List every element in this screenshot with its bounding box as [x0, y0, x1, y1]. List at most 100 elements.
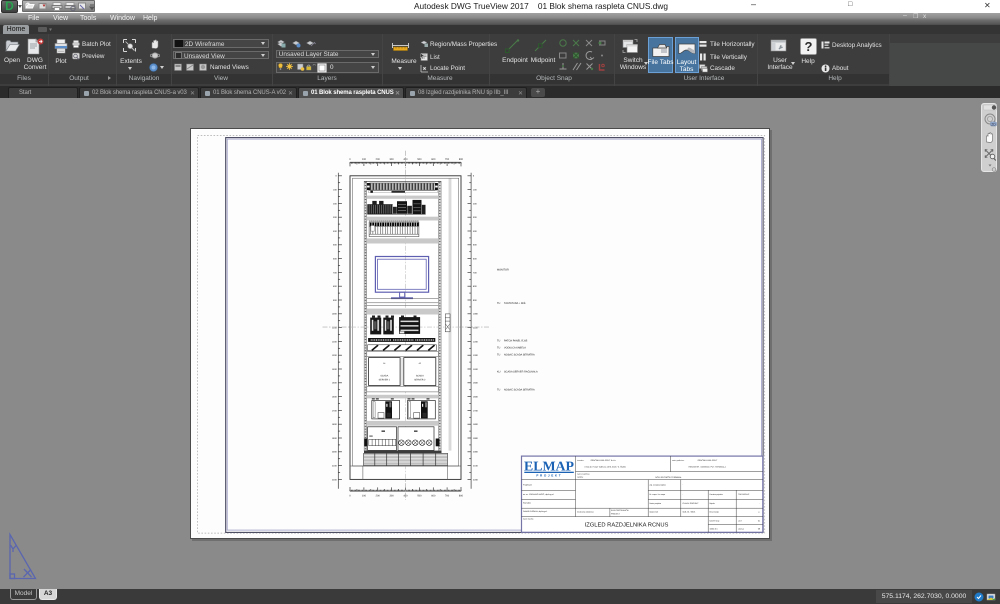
svg-text:300: 300 [333, 216, 337, 219]
svg-text:REKONSTR. I DOGRAD. PUT. TERMI: REKONSTR. I DOGRAD. PUT. TERMINALA [689, 466, 727, 469]
svg-text:TU: TU [497, 346, 501, 349]
svg-text:PROJEKT: PROJEKT [611, 512, 621, 515]
svg-text:800: 800 [473, 285, 477, 288]
svg-text:100: 100 [362, 494, 367, 497]
svg-text:200: 200 [376, 494, 381, 497]
svg-text:TASTATURA + MIŠ: TASTATURA + MIŠ [504, 301, 526, 305]
svg-text:KU: KU [497, 371, 501, 374]
svg-text:SCADA SERVER RAČUNALA: SCADA SERVER RAČUNALA [504, 370, 538, 374]
svg-text:2D: 2D [991, 122, 996, 126]
svg-text:Broj revizije: Broj revizije [710, 511, 719, 514]
svg-text:1/004-0-1: 1/004-0-1 [710, 528, 718, 531]
svg-text:SERVER 2: SERVER 2 [414, 379, 426, 382]
svg-text:Split, 01 / 2015.: Split, 01 / 2015. [683, 511, 697, 514]
svg-text:1400: 1400 [332, 368, 338, 371]
svg-text:300: 300 [473, 216, 477, 219]
svg-text:PROJEKT: PROJEKT [536, 474, 562, 478]
svg-text:NACRT broj:: NACRT broj: [710, 520, 721, 523]
svg-text:ELMAP: ELMAP [524, 459, 574, 474]
svg-text:200: 200 [473, 202, 477, 205]
svg-text:1300: 1300 [332, 354, 338, 357]
svg-text:200: 200 [376, 158, 381, 161]
svg-text:2100: 2100 [332, 465, 338, 468]
svg-text:300: 300 [390, 158, 395, 161]
svg-text:NOSAČ SCADA SERVERA: NOSAČ SCADA SERVERA [504, 352, 535, 356]
svg-text:TU: TU [497, 353, 501, 356]
svg-text:2000: 2000 [332, 451, 338, 454]
svg-text:700: 700 [445, 158, 450, 161]
svg-text:SCADA: SCADA [380, 375, 388, 378]
svg-text:?: ? [805, 39, 813, 54]
svg-text:2200: 2200 [473, 478, 479, 481]
svg-text:500: 500 [417, 158, 422, 161]
svg-text:1900: 1900 [332, 437, 338, 440]
svg-text:700: 700 [333, 271, 337, 274]
svg-text:01: 01 [758, 520, 760, 523]
svg-text:investitor:: investitor: [577, 459, 585, 462]
svg-text:PATCH PANEL RJ45: PATCH PANEL RJ45 [504, 339, 528, 342]
svg-text:700: 700 [445, 494, 450, 497]
svg-text:MONITOR: MONITOR [497, 268, 509, 271]
svg-text:Listova: Listova [738, 528, 744, 531]
svg-text:Br. mape / br. mapa: Br. mape / br. mapa [650, 493, 666, 496]
svg-text:Projektant:: Projektant: [523, 484, 533, 487]
svg-text:800: 800 [459, 494, 464, 497]
svg-text:1000: 1000 [473, 313, 479, 316]
svg-text:TU: TU [497, 339, 501, 342]
svg-text:1600: 1600 [332, 396, 338, 399]
svg-text:400: 400 [403, 158, 408, 161]
svg-text:1500: 1500 [473, 382, 479, 385]
svg-text:NOVI PUTNIČKI TERMINAL: NOVI PUTNIČKI TERMINAL [655, 476, 682, 479]
svg-text:Strukovna odrednica: Strukovna odrednica [577, 511, 593, 514]
svg-text:100: 100 [473, 189, 477, 192]
svg-text:400: 400 [333, 230, 337, 233]
svg-text:800: 800 [333, 285, 337, 288]
svg-text:mr. sc. ZDRAVKO BAŠIĆ, dipl.in: mr. sc. ZDRAVKO BAŠIĆ, dipl.ing.el. [523, 493, 554, 496]
svg-text:Zaj. oznaka projekta: Zaj. oznaka projekta [650, 484, 666, 487]
svg-text:500: 500 [333, 244, 337, 247]
svg-text:GLAVNI PROJEKT: GLAVNI PROJEKT [683, 502, 700, 505]
svg-text:1700: 1700 [332, 409, 338, 412]
svg-text:1700: 1700 [473, 409, 479, 412]
svg-text:1900: 1900 [473, 437, 479, 440]
svg-text:NOSAČ SCADA SERVERA: NOSAČ SCADA SERVERA [504, 387, 535, 391]
svg-text:2100: 2100 [473, 465, 479, 468]
svg-text:1800: 1800 [473, 423, 479, 426]
svg-text:400: 400 [403, 494, 408, 497]
svg-text:Mjerilo: Mjerilo [710, 502, 715, 505]
svg-text:0: 0 [349, 158, 351, 161]
svg-text:naziv nacrta:: naziv nacrta: [523, 518, 534, 521]
svg-text:600: 600 [333, 258, 337, 261]
svg-text:1500: 1500 [332, 382, 338, 385]
svg-text:1300: 1300 [473, 354, 479, 357]
svg-text:ELEKTROTEHNIČKI: ELEKTROTEHNIČKI [611, 509, 629, 512]
svg-text:naziv građevine:: naziv građevine: [672, 459, 685, 462]
svg-text:600: 600 [431, 158, 436, 161]
svg-text:800: 800 [459, 158, 464, 161]
svg-text:1800: 1800 [332, 423, 338, 426]
svg-text:500: 500 [417, 494, 422, 497]
svg-text:Cesta dr. Franje Tuđmana 1270,: Cesta dr. Franje Tuđmana 1270, 21217 K. … [585, 466, 626, 469]
svg-text:0: 0 [335, 175, 337, 178]
svg-text:naziv projektnog: naziv projektnog [577, 472, 589, 475]
svg-text:700: 700 [473, 271, 477, 274]
svg-text:900: 900 [333, 299, 337, 302]
svg-text:DAMIR RUŽMAN, dipl.ing.el.: DAMIR RUŽMAN, dipl.ing.el. [523, 510, 548, 513]
svg-text:600: 600 [431, 494, 436, 497]
svg-text:IZGLED RAZDJELNIKA RCNUS: IZGLED RAZDJELNIKA RCNUS [585, 522, 669, 529]
svg-text:TU: TU [497, 302, 501, 305]
svg-text:1200: 1200 [332, 340, 338, 343]
svg-text:1600: 1600 [473, 396, 479, 399]
svg-text:500: 500 [473, 244, 477, 247]
svg-text:0: 0 [473, 175, 475, 178]
svg-text:ZRAČNA LUKA SPLIT d.o.o.: ZRAČNA LUKA SPLIT d.o.o. [591, 459, 617, 462]
svg-text:1000: 1000 [332, 313, 338, 316]
svg-text:Naziv projekta: Naziv projekta [650, 502, 661, 505]
svg-text:SERVER 1: SERVER 1 [379, 379, 391, 382]
svg-text:Razradio:: Razradio: [523, 502, 532, 505]
svg-text:08: 08 [758, 528, 760, 531]
svg-text:600: 600 [473, 258, 477, 261]
svg-text:TD6 1/004-IP: TD6 1/004-IP [738, 493, 750, 496]
svg-text:TU: TU [497, 388, 501, 391]
svg-text:300: 300 [390, 494, 395, 497]
